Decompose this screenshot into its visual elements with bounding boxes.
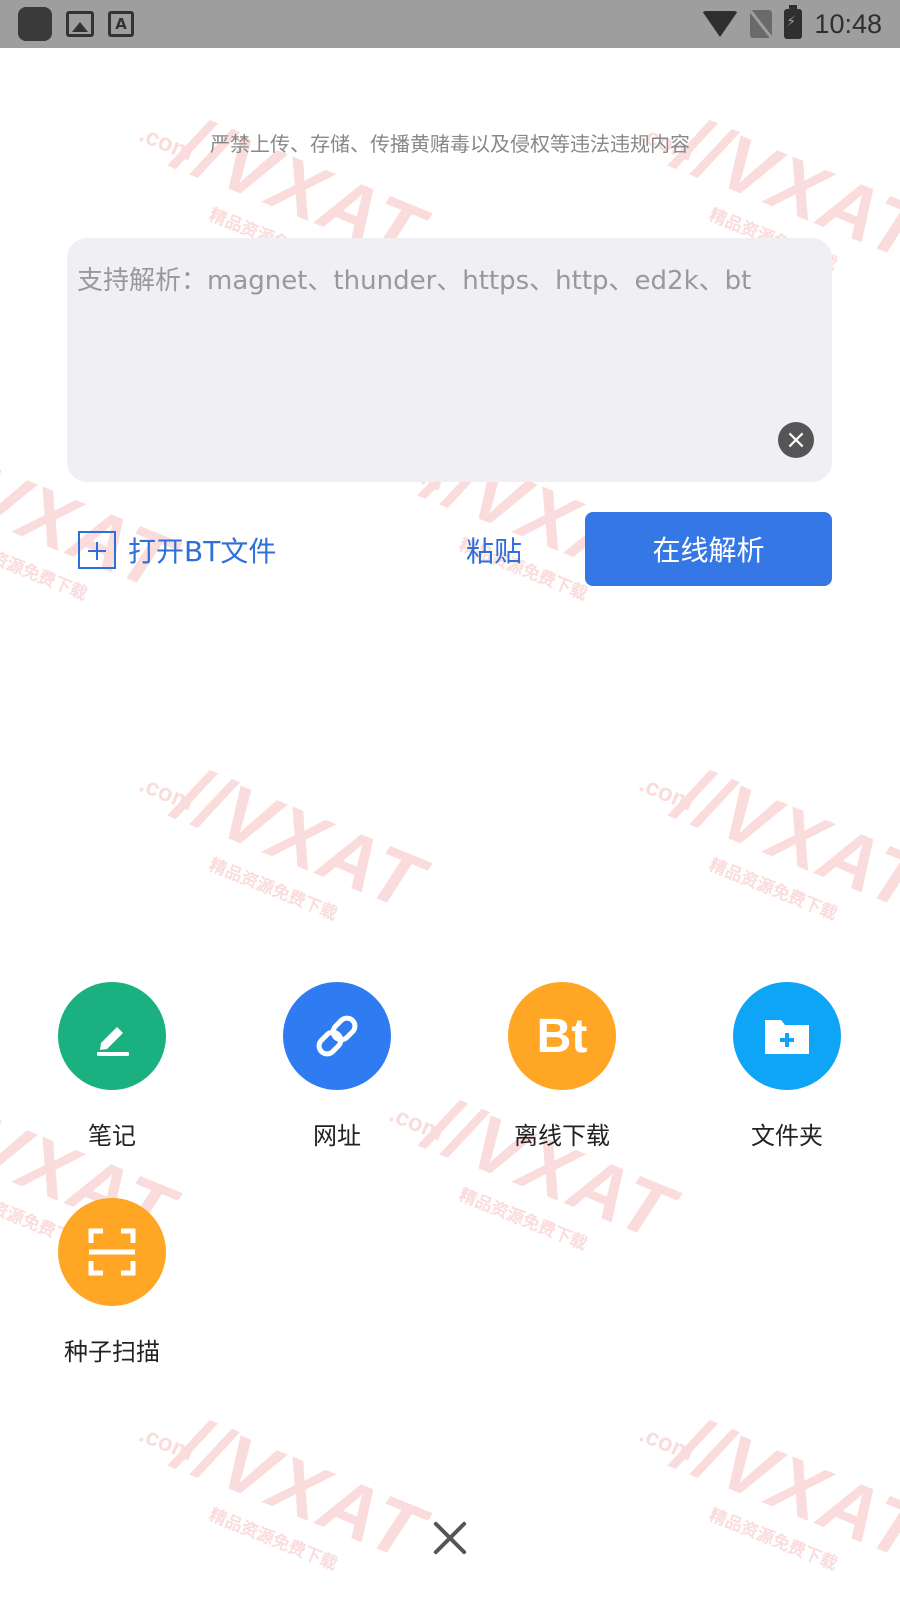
bt-icon: Bt [508, 982, 616, 1090]
watermark: .com//VXAT精品资源免费下载 [635, 1399, 900, 1578]
content-warning: 严禁上传、存储、传播黄赌毒以及侵权等违法违规内容 [210, 132, 690, 156]
tool-note[interactable]: 笔记 [12, 982, 212, 1151]
tool-url[interactable]: 网址 [237, 982, 437, 1151]
tool-label: 网址 [313, 1122, 361, 1150]
pencil-icon [58, 982, 166, 1090]
parse-online-button[interactable]: 在线解析 [585, 512, 832, 586]
status-bar: A 10:48 [0, 0, 900, 48]
wifi-icon [702, 11, 739, 37]
link-input[interactable] [67, 238, 832, 482]
no-sim-icon [750, 10, 773, 38]
close-icon: × [785, 425, 807, 455]
image-notification-icon [66, 11, 94, 37]
watermark: .com//VXAT精品资源免费下载 [135, 1399, 436, 1578]
close-panel-button[interactable] [420, 1508, 480, 1568]
watermark: .com//VXAT精品资源免费下载 [135, 749, 436, 928]
tool-label: 笔记 [88, 1122, 136, 1150]
font-notification-icon: A [108, 11, 134, 37]
battery-charging-icon [784, 5, 803, 39]
link-input-container: × [67, 238, 832, 482]
tool-label: 离线下载 [514, 1122, 610, 1150]
tool-seed-scan[interactable]: 种子扫描 [12, 1198, 212, 1367]
open-bt-file-button[interactable]: 打开BT文件 [78, 530, 276, 570]
add-box-icon [78, 531, 116, 569]
parse-online-label: 在线解析 [652, 534, 765, 567]
link-icon [283, 982, 391, 1090]
folder-add-icon [733, 982, 841, 1090]
clear-input-button[interactable]: × [778, 422, 814, 458]
tool-label: 种子扫描 [64, 1338, 160, 1366]
paste-button[interactable]: 粘贴 [466, 530, 522, 570]
status-time: 10:48 [814, 8, 882, 39]
tool-offline-download[interactable]: Bt 离线下载 [462, 982, 662, 1151]
tool-label: 文件夹 [751, 1122, 823, 1150]
app-notification-icon [18, 7, 52, 41]
scan-icon [58, 1198, 166, 1306]
watermark: .com//VXAT精品资源免费下载 [635, 749, 900, 928]
open-bt-file-label: 打开BT文件 [128, 535, 277, 568]
tool-folder[interactable]: 文件夹 [687, 982, 887, 1151]
screen: A 10:48 .com//VXAT精品资源免费下载 .com//VXAT精品资… [0, 0, 900, 1600]
